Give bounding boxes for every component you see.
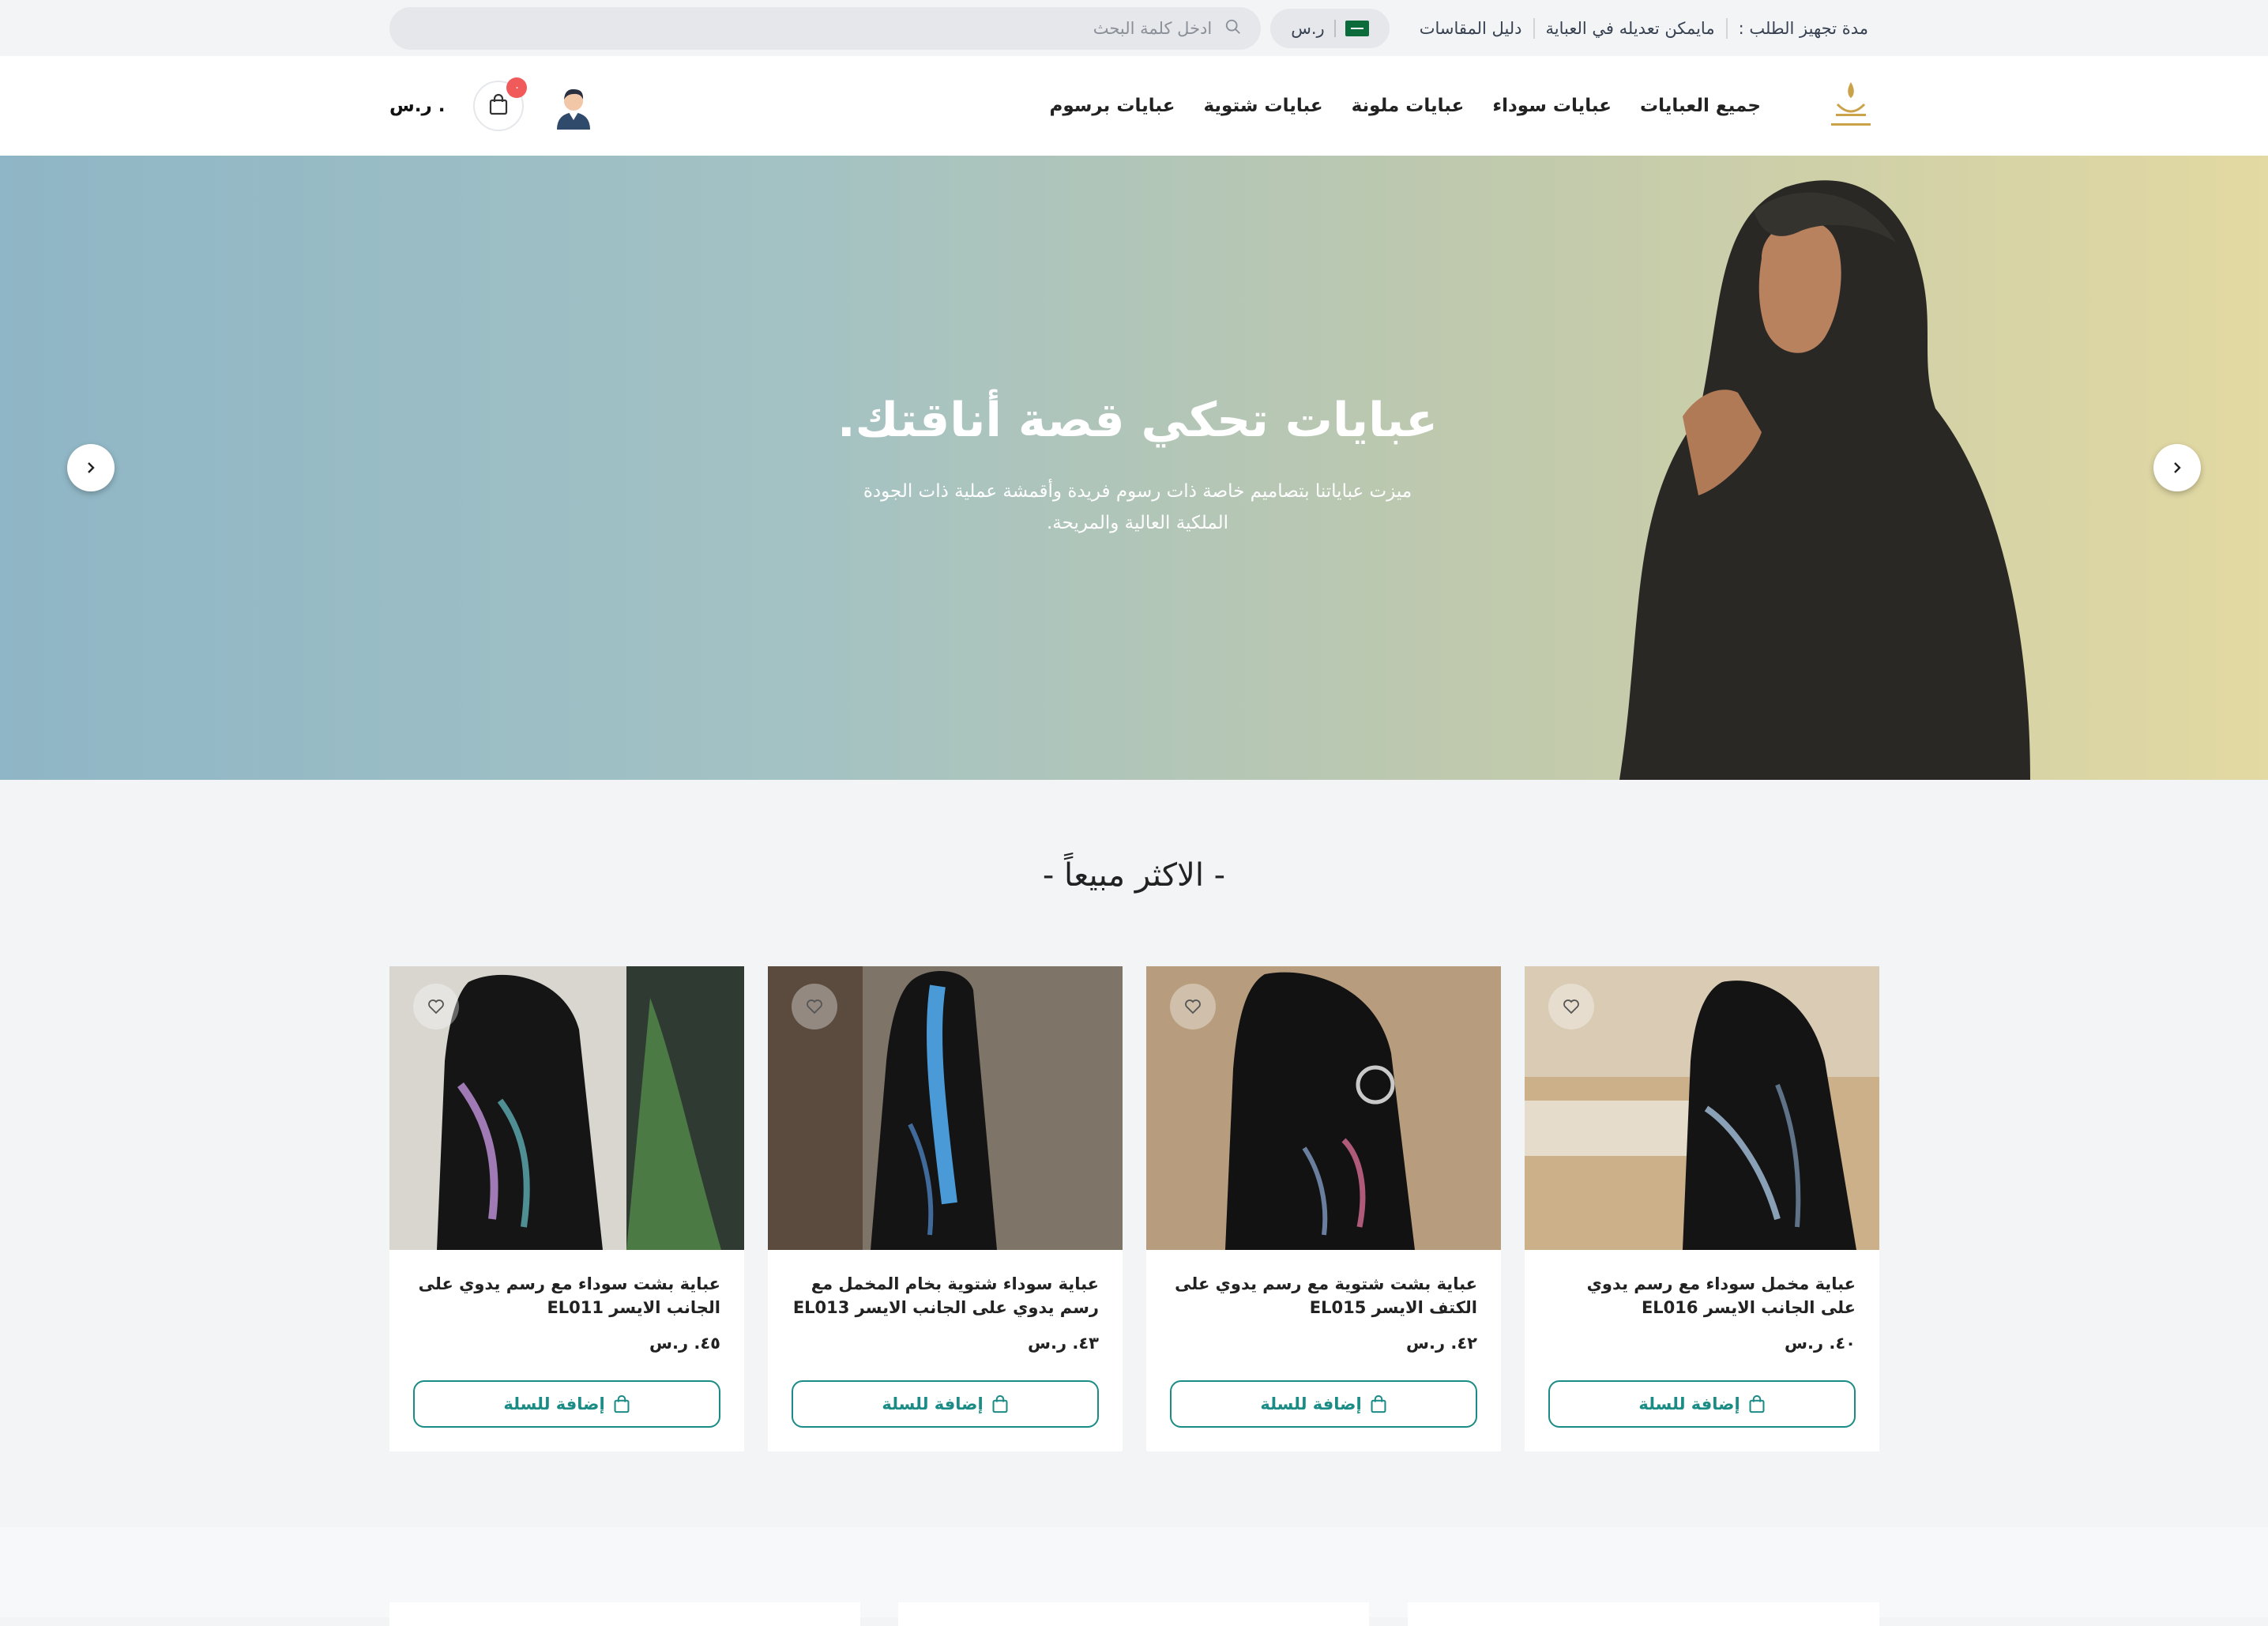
product-price: ٤٠. ر.س <box>1785 1334 1856 1353</box>
add-to-cart-button[interactable]: إضافة للسلة <box>792 1380 1099 1428</box>
divider <box>1533 17 1535 39</box>
heart-icon <box>1185 999 1201 1014</box>
bag-icon <box>614 1395 630 1413</box>
product-name[interactable]: عباية سوداء شتوية بخام المخمل مع رسم يدو… <box>792 1272 1099 1319</box>
modify-abaya-link[interactable]: مايمكن تعديله في العباية <box>1535 19 1726 38</box>
product-image[interactable] <box>1146 966 1501 1250</box>
main-header: جميع العبايات عبايات سوداء عبايات ملونة … <box>0 56 2268 156</box>
brand-logo[interactable] <box>1822 74 1879 137</box>
top-utility-bar: مدة تجهيز الطلب : مايمكن تعديله في العبا… <box>0 0 2268 56</box>
product-name[interactable]: عباية بشت شتوية مع رسم يدوي على الكتف ال… <box>1170 1272 1477 1319</box>
heart-icon <box>428 999 444 1014</box>
nav-black-abayas[interactable]: عبايات سوداء <box>1478 96 1626 116</box>
best-sellers-title: - الاكثر مبيعاً - <box>1042 857 1226 894</box>
add-to-cart-label: إضافة للسلة <box>503 1395 605 1413</box>
nav-colored-abayas[interactable]: عبايات ملونة <box>1337 96 1479 116</box>
bag-icon <box>992 1395 1008 1413</box>
product-card[interactable]: عباية سوداء شتوية بخام المخمل مع رسم يدو… <box>768 966 1123 1451</box>
product-card[interactable]: عباية بشت شتوية مع رسم يدوي على الكتف ال… <box>1146 966 1501 1451</box>
nav-all-abayas[interactable]: جميع العبايات <box>1626 96 1775 116</box>
hero-title: عبايات تحكي قصة أناقتك. <box>837 393 1439 448</box>
user-avatar-icon[interactable] <box>552 82 595 130</box>
search-input[interactable] <box>957 17 1214 39</box>
divider <box>1725 17 1728 39</box>
slider-next-button[interactable] <box>2153 444 2201 491</box>
prep-time-label: مدة تجهيز الطلب : <box>1738 18 1868 38</box>
cart-count-badge: ٠ <box>506 77 528 98</box>
add-to-cart-label: إضافة للسلة <box>882 1395 984 1413</box>
slider-prev-button[interactable] <box>67 444 115 491</box>
product-price: ٤٢. ر.س <box>1406 1334 1477 1353</box>
nav-painted-abayas[interactable]: عبايات برسوم <box>1035 96 1189 116</box>
section-card <box>1408 1602 1879 1626</box>
heart-icon <box>807 999 822 1014</box>
product-price: ٤٥. ر.س <box>649 1334 720 1353</box>
main-nav: جميع العبايات عبايات سوداء عبايات ملونة … <box>1035 96 1775 116</box>
wishlist-button[interactable] <box>792 984 837 1029</box>
product-name[interactable]: عباية بشت سوداء مع رسم يدوي على الجانب ا… <box>413 1272 720 1319</box>
add-to-cart-button[interactable]: إضافة للسلة <box>413 1380 720 1428</box>
hero-subtitle: ميزت عباياتنا بتصاميم خاصة ذات رسوم فريد… <box>863 481 1412 533</box>
add-to-cart-label: إضافة للسلة <box>1260 1395 1362 1413</box>
next-section <box>0 1527 2268 1626</box>
add-to-cart-button[interactable]: إضافة للسلة <box>1170 1380 1477 1428</box>
product-card[interactable]: عباية بشت سوداء مع رسم يدوي على الجانب ا… <box>389 966 744 1451</box>
product-image[interactable] <box>1525 966 1879 1250</box>
chevron-right-icon <box>88 462 95 473</box>
bag-icon <box>488 93 509 119</box>
header-actions: ٠ . ر.س <box>389 77 595 131</box>
section-card <box>389 1602 860 1626</box>
currency-label: ر.س <box>1291 18 1325 38</box>
heart-icon <box>1563 999 1579 1014</box>
wishlist-button[interactable] <box>413 984 459 1029</box>
product-image[interactable] <box>768 966 1123 1250</box>
wishlist-button[interactable] <box>1170 984 1216 1029</box>
search-icon[interactable] <box>1224 18 1242 39</box>
product-name[interactable]: عباية مخمل سوداء مع رسم يدوي على الجانب … <box>1548 1272 1856 1319</box>
bag-icon <box>1371 1395 1386 1413</box>
saudi-flag-icon <box>1345 20 1369 36</box>
bag-icon <box>1749 1395 1765 1413</box>
section-card <box>898 1602 1369 1626</box>
hero-model-image <box>1619 180 2030 780</box>
product-price: ٤٣. ر.س <box>1028 1334 1099 1353</box>
nav-winter-abayas[interactable]: عبايات شتوية <box>1189 96 1337 116</box>
chevron-right-icon <box>2174 462 2181 473</box>
product-card[interactable]: عباية مخمل سوداء مع رسم يدوي على الجانب … <box>1525 966 1879 1451</box>
hero-banner: عبايات تحكي قصة أناقتك. ميزت عباياتنا بت… <box>0 156 2268 780</box>
divider <box>1333 19 1336 37</box>
wishlist-button[interactable] <box>1548 984 1594 1029</box>
cart-button[interactable]: ٠ <box>473 77 528 131</box>
currency-selector[interactable]: ر.س <box>1270 8 1390 48</box>
add-to-cart-button[interactable]: إضافة للسلة <box>1548 1380 1856 1428</box>
search-bar[interactable] <box>389 6 1262 50</box>
product-image[interactable] <box>389 966 744 1250</box>
best-sellers-grid: عباية مخمل سوداء مع رسم يدوي على الجانب … <box>389 966 1879 1451</box>
add-to-cart-label: إضافة للسلة <box>1638 1395 1740 1413</box>
size-guide-link[interactable]: دليل المقاسات <box>1409 19 1533 38</box>
cart-total: . ر.س <box>389 96 446 116</box>
